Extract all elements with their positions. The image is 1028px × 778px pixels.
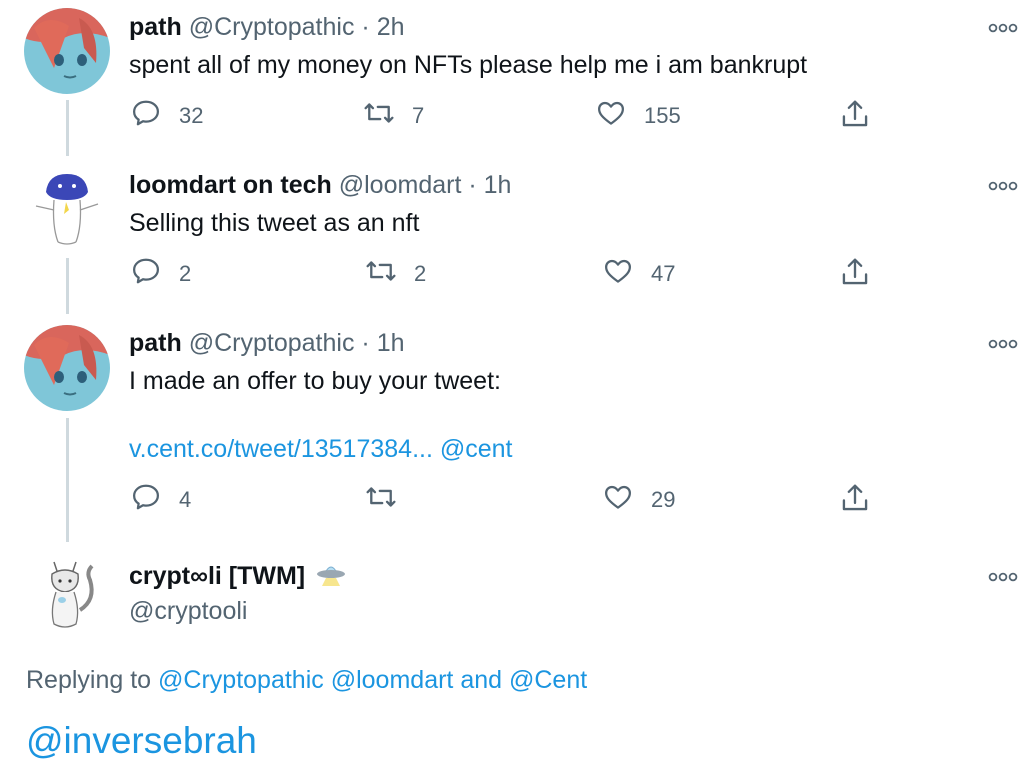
share-button[interactable] xyxy=(840,98,872,134)
reply-count: 32 xyxy=(179,103,204,128)
share-icon xyxy=(842,484,868,511)
replying-to-line: Replying to @Cryptopathic @loomdart and … xyxy=(26,664,587,696)
tweet-header: path @Cryptopathic · 1h xyxy=(129,328,405,358)
heart-icon xyxy=(605,259,631,283)
reply-mention-and[interactable]: and xyxy=(460,666,502,694)
reply-button[interactable]: 2 xyxy=(131,256,211,292)
mention-link[interactable]: @cent xyxy=(440,435,513,463)
user-handle[interactable]: @loomdart xyxy=(339,171,462,199)
heart-icon xyxy=(605,485,631,509)
like-count: 47 xyxy=(651,261,676,286)
more-options-icon[interactable] xyxy=(988,20,1018,33)
reply-button[interactable]: 32 xyxy=(131,98,211,134)
reply-icon xyxy=(133,258,159,284)
heart-icon xyxy=(598,101,624,125)
reply-count: 2 xyxy=(179,261,192,286)
tweet-header: loomdart on tech @loomdart · 1h xyxy=(129,170,511,200)
timestamp[interactable]: 1h xyxy=(377,329,405,357)
thread-line xyxy=(66,418,69,542)
retweet-count: 7 xyxy=(412,103,425,128)
tweet-actions: 4 29 xyxy=(0,482,1028,518)
doodle-creature-avatar-icon xyxy=(24,166,110,252)
avatar[interactable] xyxy=(24,166,110,252)
timestamp[interactable]: 1h xyxy=(484,171,512,199)
display-name[interactable]: loomdart on tech xyxy=(129,171,332,199)
share-icon xyxy=(842,100,868,127)
display-name[interactable]: path xyxy=(129,329,182,357)
like-button[interactable]: 29 xyxy=(603,482,703,518)
reply-mention-loomdart[interactable]: @loomdart xyxy=(331,666,454,694)
timestamp[interactable]: 2h xyxy=(377,13,405,41)
retweet-button[interactable]: 7 xyxy=(362,98,442,134)
reply-count: 4 xyxy=(179,487,192,512)
share-button[interactable] xyxy=(840,482,872,518)
reply-icon xyxy=(133,484,159,510)
avatar[interactable] xyxy=(24,550,110,636)
tweet-text: Selling this tweet as an nft xyxy=(129,209,420,237)
separator-dot: · xyxy=(468,171,477,199)
retweet-button[interactable] xyxy=(364,482,404,518)
like-count: 29 xyxy=(651,487,676,512)
like-button[interactable]: 155 xyxy=(596,98,696,134)
reply-button[interactable]: 4 xyxy=(131,482,211,518)
compose-header: crypt∞li [TWM] xyxy=(129,561,346,591)
retweet-count: 2 xyxy=(414,261,427,286)
reply-mention-cent[interactable]: @Cent xyxy=(509,666,587,694)
tweet-link[interactable]: v.cent.co/tweet/13517384... xyxy=(129,435,433,463)
ufo-icon xyxy=(316,562,346,586)
retweet-icon xyxy=(366,487,396,507)
tweet-text: I made an offer to buy your tweet: xyxy=(129,367,501,395)
retweet-icon xyxy=(364,103,394,123)
tweet-text: spent all of my money on NFTs please hel… xyxy=(129,51,808,79)
display-name[interactable]: path xyxy=(129,13,182,41)
reply-icon xyxy=(133,100,159,126)
more-options-icon[interactable] xyxy=(988,336,1018,349)
more-options-icon[interactable] xyxy=(988,178,1018,191)
tweet-link-line: v.cent.co/tweet/13517384... @cent xyxy=(129,434,513,464)
more-options-icon[interactable] xyxy=(988,569,1018,582)
share-icon xyxy=(842,258,868,285)
reply-mention-cryptopathic[interactable]: @Cryptopathic xyxy=(158,666,324,694)
tweet-actions: 32 7 155 xyxy=(0,98,1028,134)
avatar[interactable] xyxy=(24,8,110,94)
avatar[interactable] xyxy=(24,325,110,411)
share-button[interactable] xyxy=(840,256,872,292)
cat-sketch-avatar-icon xyxy=(24,550,110,636)
like-count: 155 xyxy=(644,103,681,128)
anime-girl-avatar-icon xyxy=(24,8,110,94)
tweet-actions: 2 2 47 xyxy=(0,256,1028,292)
retweet-button[interactable]: 2 xyxy=(364,256,444,292)
user-handle[interactable]: @Cryptopathic xyxy=(189,13,355,41)
tweet-header: path @Cryptopathic · 2h xyxy=(129,12,405,42)
replying-to-label: Replying to xyxy=(26,666,152,694)
separator-dot: · xyxy=(361,13,370,41)
reply-draft-input[interactable]: @inversebrah xyxy=(26,718,257,764)
user-handle[interactable]: @cryptooli xyxy=(129,596,247,626)
separator-dot: · xyxy=(361,329,370,357)
retweet-icon xyxy=(366,261,396,281)
anime-girl-avatar-icon xyxy=(24,325,110,411)
display-name[interactable]: crypt∞li [TWM] xyxy=(129,562,305,590)
user-handle[interactable]: @Cryptopathic xyxy=(189,329,355,357)
like-button[interactable]: 47 xyxy=(603,256,703,292)
